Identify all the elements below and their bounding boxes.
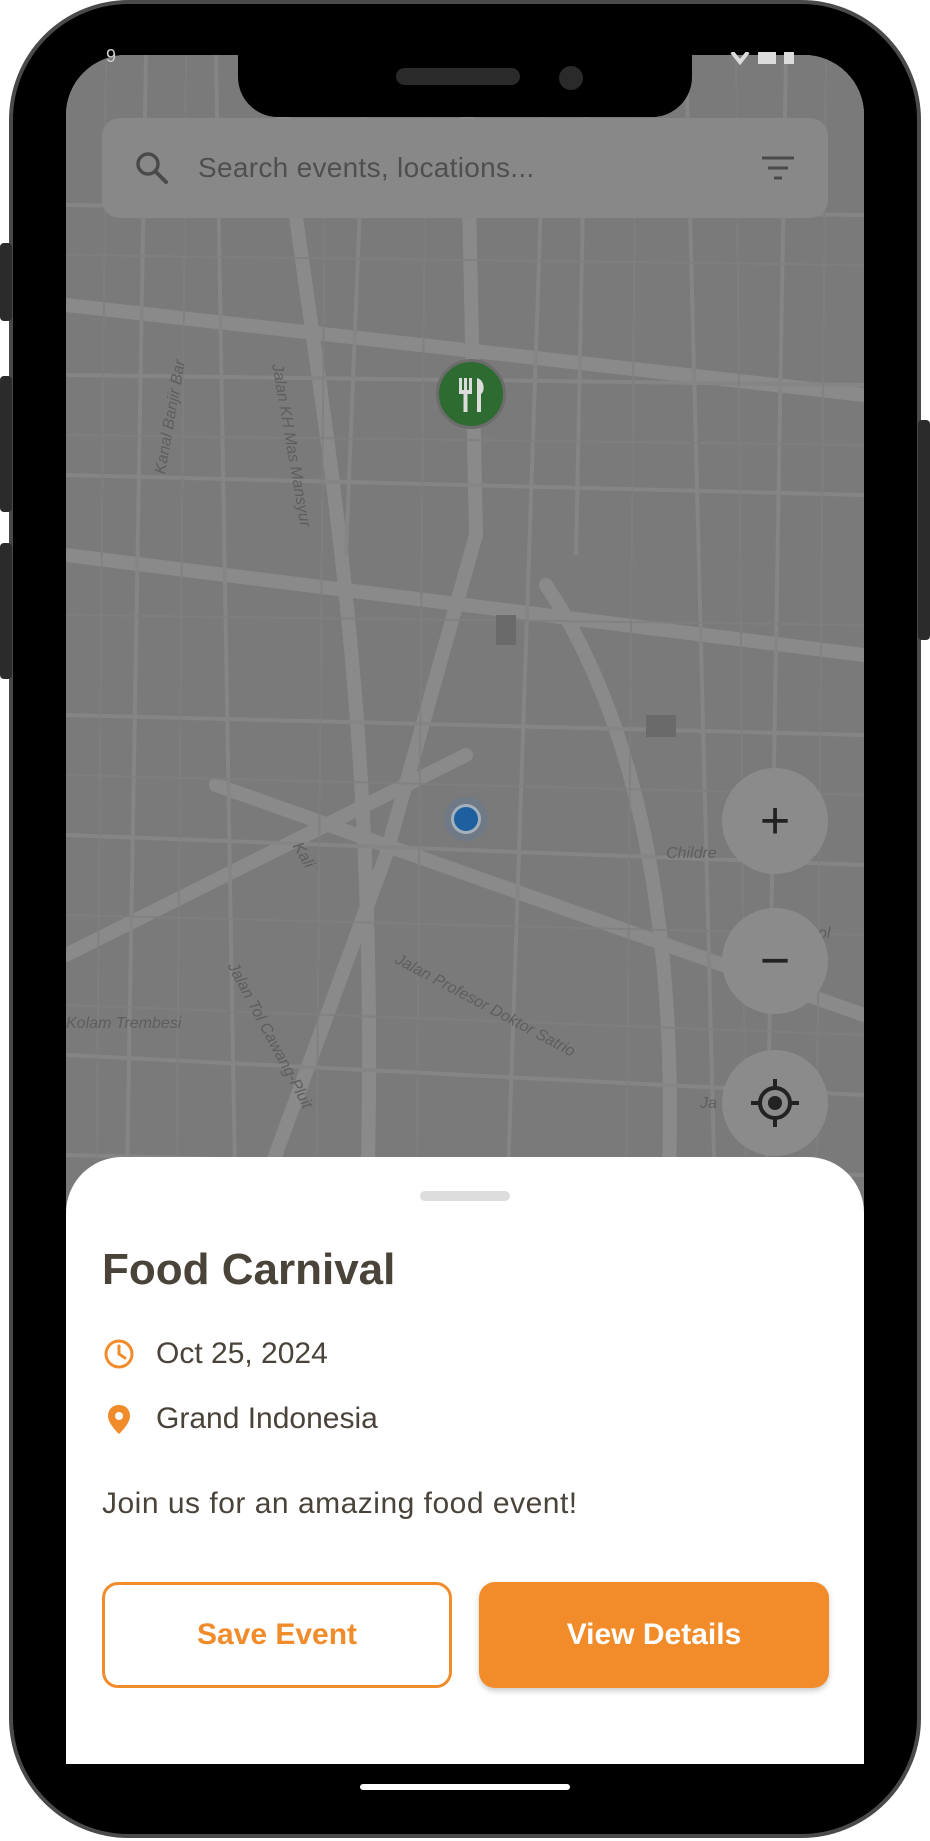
- map-label: Ja: [700, 1095, 717, 1112]
- home-indicator[interactable]: [360, 1784, 570, 1790]
- phone-power-button: [918, 420, 930, 640]
- location-pin-icon: [108, 1405, 130, 1434]
- zoom-in-button[interactable]: +: [722, 768, 828, 874]
- save-event-button[interactable]: Save Event: [102, 1582, 452, 1688]
- status-time: 9: [106, 46, 117, 66]
- event-location-row: Grand Indonesia: [102, 1402, 378, 1436]
- map-label: Childre: [666, 845, 717, 862]
- event-date: Oct 25, 2024: [156, 1337, 328, 1370]
- phone-volume-up: [0, 376, 12, 512]
- camera-notch: [238, 55, 692, 117]
- status-icons: [728, 50, 798, 71]
- minus-icon: −: [759, 932, 791, 990]
- map-view[interactable]: Kanal Banjir Bar Jalan KH Mas Mansyur Ka…: [66, 55, 864, 1235]
- crosshair-icon: [751, 1079, 799, 1127]
- fork-knife-icon: [459, 378, 484, 412]
- search-icon[interactable]: [132, 148, 172, 188]
- event-title: Food Carnival: [102, 1245, 396, 1294]
- speaker-grille: [396, 68, 520, 85]
- event-marker[interactable]: [436, 359, 506, 429]
- event-date-row: Oct 25, 2024: [102, 1337, 328, 1371]
- map-label: Kolam Trembesi: [66, 1015, 182, 1032]
- search-bar[interactable]: Search events, locations...: [102, 118, 828, 218]
- view-details-button[interactable]: View Details: [479, 1582, 829, 1688]
- plus-icon: +: [759, 792, 791, 850]
- zoom-out-button[interactable]: −: [722, 908, 828, 1014]
- front-camera: [559, 66, 583, 90]
- locate-me-button[interactable]: [722, 1050, 828, 1156]
- signal-battery-icon: [730, 50, 794, 66]
- sheet-drag-handle[interactable]: [420, 1191, 510, 1201]
- user-location-icon: [444, 797, 488, 841]
- filter-icon[interactable]: [758, 148, 798, 188]
- map-streets: [66, 55, 864, 1235]
- search-input[interactable]: Search events, locations...: [198, 152, 758, 184]
- event-description: Join us for an amazing food event!: [102, 1487, 578, 1520]
- event-bottom-sheet: Food Carnival Oct 25, 2024 Grand Indones…: [66, 1157, 864, 1764]
- phone-volume-down: [0, 543, 12, 679]
- event-location: Grand Indonesia: [156, 1402, 378, 1435]
- phone-mute-switch: [0, 243, 12, 321]
- clock-icon: [104, 1339, 134, 1369]
